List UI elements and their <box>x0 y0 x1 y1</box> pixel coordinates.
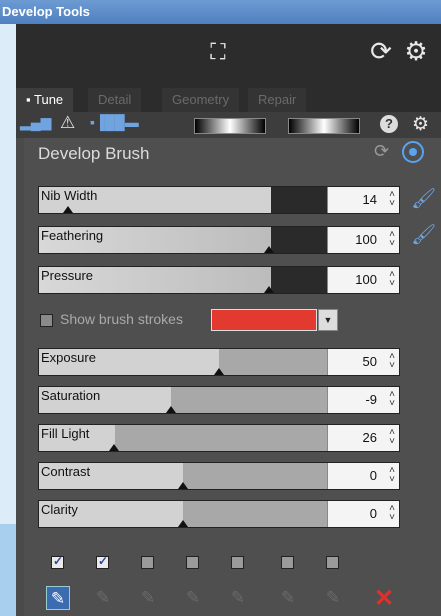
spin-icon[interactable]: ˄ ˅ <box>389 270 395 289</box>
slider-label: Nib Width <box>41 188 98 203</box>
slider-label: Saturation <box>41 388 101 403</box>
left-background <box>0 24 16 616</box>
highlight-gradient-swatch[interactable] <box>288 118 360 134</box>
slider-pressure[interactable]: Pressure 100 ˄ ˅ <box>38 266 400 294</box>
spin-icon[interactable]: ˄ ˅ <box>389 390 395 409</box>
layer-checkbox-7[interactable] <box>326 556 339 569</box>
histogram-icon[interactable]: ▂▄▆ <box>20 114 51 131</box>
section-title: Develop Brush <box>38 144 150 163</box>
slider-marker[interactable] <box>264 286 274 293</box>
slider-label: Clarity <box>41 502 78 517</box>
layer-checkbox-5[interactable] <box>231 556 244 569</box>
spin-icon[interactable]: ˄ ˅ <box>389 428 395 447</box>
develop-brush-section: Develop Brush ⟳ Nib Width 14 ˄ ˅ 🖌 Feathe… <box>24 138 441 616</box>
slider-marker[interactable] <box>63 206 73 213</box>
brush-layer-4-icon[interactable]: ✎ <box>181 586 205 610</box>
tab-geometry[interactable]: Geometry <box>162 88 240 112</box>
spin-icon[interactable]: ˄ ˅ <box>389 352 395 371</box>
slider-feathering[interactable]: Feathering 100 ˄ ˅ <box>38 226 400 254</box>
top-toolbar: ⛶ ⟳ ⚙ <box>16 24 441 82</box>
tab-detail[interactable]: Detail <box>88 88 142 112</box>
settings-icon[interactable]: ⚙ <box>412 113 429 136</box>
help-icon[interactable]: ? <box>380 115 398 133</box>
slider-label: Pressure <box>41 268 94 283</box>
layer-checkbox-3[interactable] <box>141 556 154 569</box>
slider-marker[interactable] <box>178 520 188 527</box>
slider-marker[interactable] <box>178 482 188 489</box>
tab-repair[interactable]: Repair <box>248 88 307 112</box>
layer-checkbox-1[interactable] <box>51 554 64 569</box>
slider-nib-width[interactable]: Nib Width 14 ˄ ˅ <box>38 186 400 214</box>
slider-contrast[interactable]: Contrast 0 ˄ ˅ <box>38 462 400 490</box>
delete-icon[interactable]: ✕ <box>374 584 394 613</box>
slider-label: Exposure <box>41 350 96 365</box>
slider-marker[interactable] <box>214 368 224 375</box>
refresh-icon[interactable]: ⟳ <box>368 36 394 66</box>
slider-exposure[interactable]: Exposure 50 ˄ ˅ <box>38 348 400 376</box>
brush-erase-icon[interactable]: 🖌 <box>411 222 436 247</box>
shadow-gradient-swatch[interactable] <box>194 118 266 134</box>
slider-label: Contrast <box>41 464 91 479</box>
spin-icon[interactable]: ˄ ˅ <box>389 190 395 209</box>
color-dropdown-button[interactable]: ▼ <box>318 309 338 331</box>
develop-tools-panel: ⛶ ⟳ ⚙ ▪ Tune Detail Geometry Repair ▂▄▆ … <box>16 24 441 616</box>
stroke-color-swatch[interactable] <box>211 309 317 331</box>
brush-layer-3-icon[interactable]: ✎ <box>136 586 160 610</box>
tab-label: Tune <box>34 92 64 107</box>
face-detect-icon[interactable]: ⛶ <box>204 38 232 66</box>
tone-curve-icon[interactable]: ▪▐██▬ <box>90 114 139 130</box>
gear-icon[interactable]: ⚙ <box>402 36 430 66</box>
show-strokes-label: Show brush strokes <box>60 311 183 327</box>
layer-checkbox-2[interactable] <box>96 554 109 569</box>
spin-icon[interactable]: ˄ ˅ <box>389 466 395 485</box>
window-title: Develop Tools <box>0 0 441 24</box>
slider-clarity[interactable]: Clarity 0 ˄ ˅ <box>38 500 400 528</box>
brush-layer-1-icon[interactable]: ✎ <box>46 586 70 610</box>
brush-layer-7-icon[interactable]: ✎ <box>321 586 345 610</box>
slider-fill-light[interactable]: Fill Light 26 ˄ ˅ <box>38 424 400 452</box>
brush-layer-5-icon[interactable]: ✎ <box>226 586 250 610</box>
warning-icon[interactable]: ⚠ <box>60 113 75 133</box>
slider-marker[interactable] <box>166 406 176 413</box>
toggle-on-icon[interactable] <box>402 141 424 163</box>
layer-checkbox-6[interactable] <box>281 556 294 569</box>
layer-checkbox-4[interactable] <box>186 556 199 569</box>
slider-saturation[interactable]: Saturation -9 ˄ ˅ <box>38 386 400 414</box>
slider-label: Fill Light <box>41 426 90 441</box>
show-strokes-checkbox[interactable] <box>40 314 53 327</box>
brush-paint-icon[interactable]: 🖌 <box>411 186 436 211</box>
slider-label: Feathering <box>41 228 104 243</box>
tune-toolbar: ▂▄▆ ⚠ ▪▐██▬ ? ⚙ <box>16 112 441 138</box>
slider-marker[interactable] <box>264 246 274 253</box>
brush-layer-2-icon[interactable]: ✎ <box>91 586 115 610</box>
spin-icon[interactable]: ˄ ˅ <box>389 504 395 523</box>
reset-icon[interactable]: ⟳ <box>374 141 389 162</box>
slider-marker[interactable] <box>109 444 119 451</box>
spin-icon[interactable]: ˄ ˅ <box>389 230 395 249</box>
tab-bar: ▪ Tune Detail Geometry Repair <box>16 82 441 112</box>
brush-layer-6-icon[interactable]: ✎ <box>276 586 300 610</box>
tab-tune[interactable]: ▪ Tune <box>16 88 74 112</box>
